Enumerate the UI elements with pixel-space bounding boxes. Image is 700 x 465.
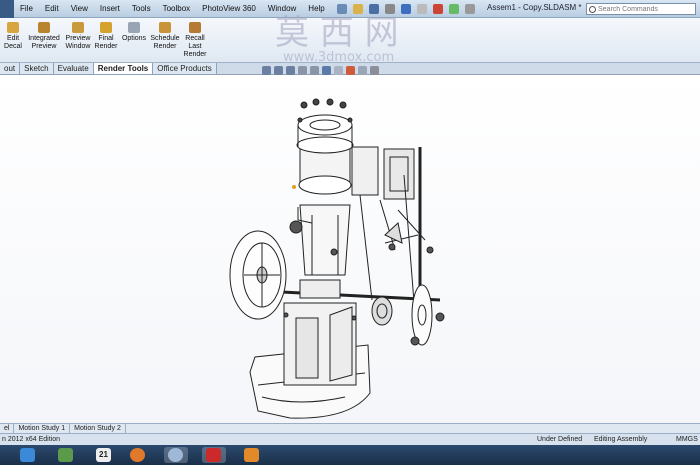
select-icon[interactable] [416,3,427,14]
tab-motion-study-2[interactable]: Motion Study 2 [70,424,126,433]
taskbar-firefox[interactable] [126,447,150,463]
options-label: Options [121,35,147,42]
engine-model[interactable] [0,75,700,423]
solidworks-icon [206,448,221,462]
status-bar: n 2012 x64 Edition Under Defined Editing… [0,433,700,445]
document-title: Assem1 - Copy.SLDASM * [487,3,582,12]
firefox-icon [130,448,145,462]
section-view-icon[interactable] [298,66,307,75]
recall-last-render-label: Recall Last Render [183,35,207,58]
view-orientation-icon[interactable] [310,66,319,75]
watermark-url: www.3dmox.com [283,50,395,65]
file-properties-icon[interactable] [448,3,459,14]
menu-file[interactable]: File [14,0,39,18]
rebuild-icon[interactable] [432,3,443,14]
schedule-render-button[interactable]: Schedule Render [150,22,180,51]
schedule-render-label: Schedule Render [150,35,180,50]
preview-window-label: Preview Window [65,35,91,50]
taskbar-explorer[interactable] [54,447,78,463]
tab-model[interactable]: el [0,424,15,433]
preview-window-icon [72,22,84,33]
integrated-preview-icon [38,22,50,33]
options-icon [128,22,140,33]
media-player-icon [244,448,259,462]
chrome-icon [168,448,183,462]
tab-render-tools[interactable]: Render Tools [93,63,154,74]
options-gear-icon[interactable] [464,3,475,14]
final-render-icon [100,22,112,33]
taskbar-media-player[interactable] [240,447,264,463]
calendar-icon: 21 [96,448,111,462]
menu-view[interactable]: View [65,0,94,18]
tab-evaluate[interactable]: Evaluate [53,63,94,74]
zoom-to-fit-icon[interactable] [262,66,271,75]
recall-render-icon [189,22,201,33]
tab-sketch[interactable]: Sketch [20,63,54,74]
edit-decal-label: Edit Decal [4,35,22,50]
display-style-icon[interactable] [322,66,331,75]
heads-up-view-toolbar [262,66,379,75]
motion-study-tabs: el Motion Study 1 Motion Study 2 [0,423,700,433]
taskbar-ie[interactable] [16,447,40,463]
scene-icon[interactable] [358,66,367,75]
editing-mode: Editing Assembly [594,436,648,443]
search-commands[interactable] [586,3,696,15]
decal-icon [7,22,19,33]
preview-window-button[interactable]: Preview Window [64,22,92,51]
edit-decal-button[interactable]: Edit Decal [3,22,23,51]
menu-insert[interactable]: Insert [94,0,126,18]
tab-motion-study-1[interactable]: Motion Study 1 [14,424,71,433]
solidworks-logo[interactable] [0,0,14,18]
edition-text: n 2012 x64 Edition [2,436,60,443]
hide-show-items-icon[interactable] [334,66,343,75]
graphics-area[interactable]: 莫 西 网 www.3dmox.com [0,13,700,423]
undo-icon[interactable] [400,3,411,14]
explorer-icon [58,448,73,462]
final-render-label: Final Render [94,35,118,50]
menu-toolbox[interactable]: Toolbox [157,0,197,18]
menu-edit[interactable]: Edit [39,0,65,18]
appearance-icon[interactable] [346,66,355,75]
recall-last-render-button[interactable]: Recall Last Render [183,22,207,59]
options-button[interactable]: Options [121,22,147,43]
watermark-logo-text: 莫 西 网 [275,13,399,53]
zoom-to-area-icon[interactable] [274,66,283,75]
taskbar-calendar[interactable]: 21 [92,447,116,463]
tab-office-products[interactable]: Office Products [153,63,217,74]
search-input[interactable] [598,5,694,13]
integrated-preview-label: Integrated Preview [28,35,60,50]
taskbar-solidworks[interactable] [202,447,226,463]
menu-tools[interactable]: Tools [126,0,157,18]
taskbar-chrome[interactable] [164,447,188,463]
units-selector[interactable]: MMGS [676,434,698,445]
tab-layout[interactable]: out [0,63,21,74]
windows-taskbar: 21 [0,445,700,465]
ie-icon [20,448,35,462]
view-settings-icon[interactable] [370,66,379,75]
schedule-render-icon [159,22,171,33]
integrated-preview-button[interactable]: Integrated Preview [27,22,61,51]
definition-status: Under Defined [537,436,583,443]
previous-view-icon[interactable] [286,66,295,75]
final-render-button[interactable]: Final Render [94,22,118,51]
search-icon [589,5,596,13]
menu-photoview[interactable]: PhotoView 360 [196,0,262,18]
